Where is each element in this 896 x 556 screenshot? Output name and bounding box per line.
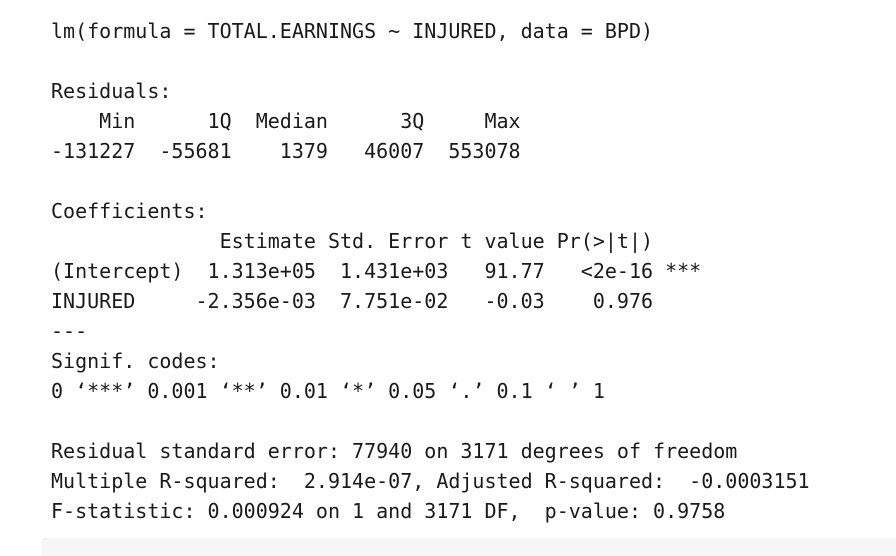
r-squared-line: Multiple R-squared: 2.914e-07, Adjusted … — [51, 469, 822, 493]
residual-standard-error: Residual standard error: 77940 on 3171 d… — [51, 439, 738, 463]
coefficients-header: Coefficients: — [51, 199, 208, 223]
residuals-header: Residuals: — [51, 79, 172, 103]
signif-codes-header: Signif. codes: — [51, 349, 220, 373]
coefficients-column-headers: Estimate Std. Error t value Pr(>|t|) — [51, 229, 702, 253]
r-console-output: lm(formula = TOTAL.EARNINGS ~ INJURED, d… — [0, 0, 896, 540]
coefficient-row-intercept: (Intercept) 1.313e+05 1.431e+03 91.77 <2… — [51, 259, 702, 283]
model-call: lm(formula = TOTAL.EARNINGS ~ INJURED, d… — [51, 19, 654, 43]
bottom-strip — [42, 538, 896, 556]
separator-line: --- — [51, 319, 88, 343]
f-statistic-line: F-statistic: 0.000924 on 1 and 3171 DF, … — [51, 499, 726, 523]
coefficient-row-injured: INJURED -2.356e-03 7.751e-02 -0.03 0.976 — [51, 289, 702, 313]
residuals-values: -131227 -55681 1379 46007 553078 — [51, 139, 533, 163]
signif-codes-legend: 0 ‘***’ 0.001 ‘**’ 0.01 ‘*’ 0.05 ‘.’ 0.1… — [51, 379, 605, 403]
residuals-labels: Min 1Q Median 3Q Max — [51, 109, 533, 133]
